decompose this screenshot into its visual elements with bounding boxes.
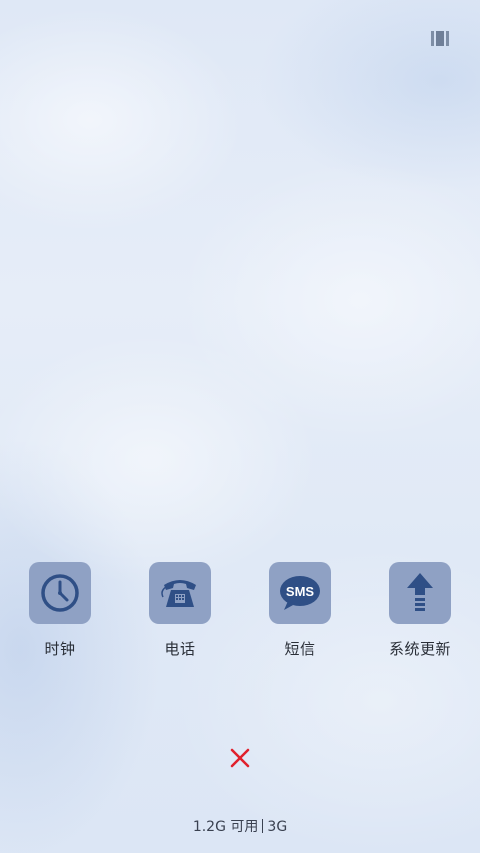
memory-status: 1.2G 可用 3G <box>0 816 480 836</box>
clock-icon <box>29 562 91 624</box>
recent-app-phone[interactable]: 电话 <box>130 562 230 659</box>
recents-view-toggle-icon[interactable] <box>431 31 451 46</box>
up-arrow-icon <box>389 562 451 624</box>
recent-app-sms[interactable]: SMS 短信 <box>250 562 350 659</box>
recent-apps-screen: 时钟 电话 SMS 短信 系统更新 1.2G 可用 3G <box>0 0 480 853</box>
clear-all-close-button[interactable] <box>228 746 252 770</box>
recent-apps-row: 时钟 电话 SMS 短信 系统更新 <box>0 562 480 662</box>
close-icon <box>230 748 250 768</box>
app-label: 系统更新 <box>388 640 451 658</box>
app-label: 时钟 <box>44 640 76 658</box>
telephone-icon <box>149 562 211 624</box>
app-label: 电话 <box>164 640 196 658</box>
memory-total: 3G <box>267 819 288 835</box>
recent-app-clock[interactable]: 时钟 <box>10 562 110 659</box>
memory-divider <box>262 819 264 833</box>
app-label: 短信 <box>284 640 316 658</box>
recent-app-system-update[interactable]: 系统更新 <box>370 562 470 659</box>
sms-icon-text: SMS <box>286 584 315 599</box>
sms-bubble-icon: SMS <box>269 562 331 624</box>
memory-available: 1.2G 可用 <box>192 819 259 835</box>
